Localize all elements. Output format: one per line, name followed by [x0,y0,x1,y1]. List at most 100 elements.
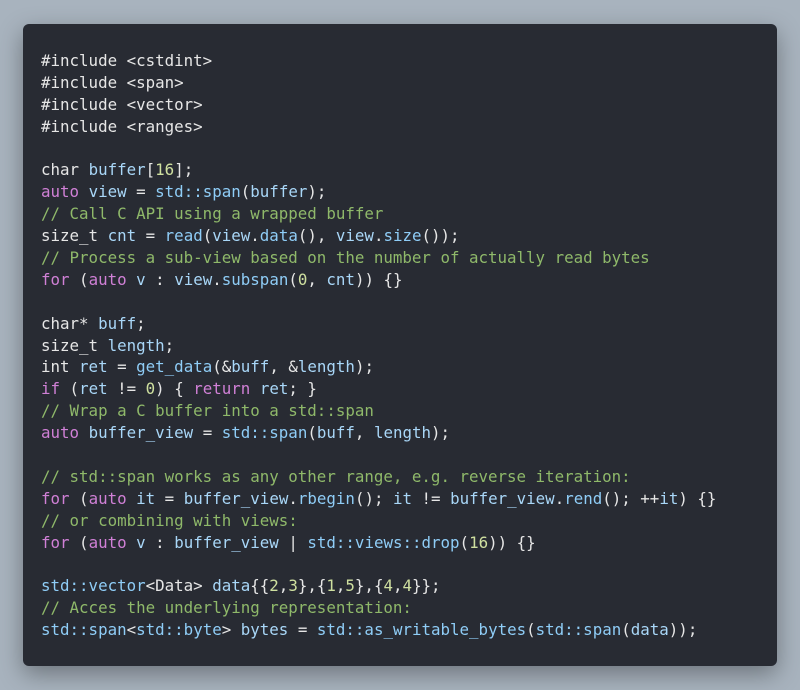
code-line: int ret = get_data(&buff, &length); [41,356,716,378]
code-token-comment: // Call C API using a wrapped buffer [41,204,384,224]
code-line: // Wrap a C buffer into a std::span [41,400,716,422]
code-token-default: ( [69,532,89,552]
code-token-function: std::as_writable_bytes [316,620,527,640]
code-token-variable: length [373,423,432,443]
code-line: // Acces the underlying representation: [41,597,716,619]
code-token-function: read [164,226,203,246]
code-token-default [127,533,137,552]
code-token-variable: buffer_view [88,423,194,443]
code-token-default: , & [269,357,298,377]
code-token-variable: it [392,488,413,508]
code-line: #include <cstdint> [41,50,716,72]
code-token-default: , [278,576,289,596]
code-token-default [127,270,137,289]
code-block: #include <cstdint> #include <span> #includ… [41,50,716,641]
code-token-default: #include <span> [41,72,184,92]
code-token-default: = [126,182,156,202]
code-token-function: data [259,226,298,246]
code-token-function: std::span [41,620,127,640]
code-token-function: std::span [535,620,622,640]
code-token-default: ) { [155,379,194,399]
code-token-default: ); [354,357,374,377]
code-token-default: > [221,620,241,640]
code-token-default: = [193,423,222,443]
code-token-default: ( [69,488,89,508]
code-line: size_t cnt = read(view.data(), view.size… [41,225,716,247]
code-token-variable: length [107,335,165,355]
code-token-default: ]; [174,160,194,180]
code-line: size_t length; [41,335,716,357]
code-token-default: != [107,379,146,399]
code-token-default: ; [136,313,146,333]
code-token-default: = [288,620,317,640]
code-token-default: )) {} [488,532,536,552]
code-token-default: {{ [250,576,270,596]
code-token-default: ( [526,620,536,640]
code-line: for (auto it = buffer_view.rbegin(); it … [41,488,716,510]
code-token-comment: // or combining with views: [41,510,298,530]
code-token-default: ( [459,532,470,552]
code-token-keyword: for [41,532,70,552]
code-token-number: 3 [288,576,298,596]
code-token-default: }}; [412,576,441,596]
code-token-comment: // Process a sub-view based on the numbe… [41,248,650,268]
code-token-default: : [145,532,175,552]
code-token-variable: cnt [326,269,355,289]
code-token-variable: data [212,576,251,596]
code-line: #include <span> [41,72,716,94]
code-token-default: . [250,226,260,246]
code-line: // std::span works as any other range, e… [41,466,716,488]
code-token-variable: buffer [250,182,308,202]
code-token-keyword: if [41,379,61,399]
code-token-default: #include <cstdint> [41,51,213,70]
code-token-function: std::vector [41,576,146,596]
code-token-default: <Data> [145,576,213,596]
code-line: #include <ranges> [41,116,716,138]
code-token-variable: buff [316,423,355,443]
code-line: auto view = std::span(buffer); [41,181,716,203]
code-token-variable: view [174,269,213,289]
code-token-comment: // std::span works as any other range, e… [41,466,631,486]
code-token-default: , [335,576,346,596]
code-token-default: (& [212,357,232,377]
code-token-default: ()); [421,226,460,246]
code-token-default: = [107,357,137,377]
code-token-default: ); [431,423,451,443]
code-token-default: int [41,357,80,377]
code-token-default: )) {} [354,269,403,289]
code-token-variable: buffer_view [450,488,555,508]
code-token-variable: buffer [88,160,146,180]
code-token-default: )); [668,620,698,640]
code-token-default [127,489,137,508]
code-token-variable: it [136,488,156,508]
code-line: char buffer[16]; [41,159,716,181]
code-token-variable: view [88,182,127,202]
code-token-default: . [288,488,298,508]
code-window: #include <cstdint> #include <span> #includ… [23,24,777,666]
code-token-default: #include <vector> [41,94,203,114]
code-token-keyword: auto [88,488,127,508]
code-token-default [250,379,260,398]
code-token-default: | [278,532,308,552]
code-token-default: ( [240,182,251,202]
code-token-variable: v [136,532,146,552]
code-token-number: 0 [297,269,308,289]
code-token-comment: // Acces the underlying representation: [41,598,412,618]
code-token-number: 4 [402,576,413,596]
code-token-comment: // Wrap a C buffer into a std::span [41,401,374,421]
code-token-function: get_data [136,357,213,377]
code-token-default: ; } [288,379,317,399]
code-token-variable: it [659,488,679,508]
code-token-default: , [354,423,374,443]
code-token-number: 5 [345,576,355,596]
code-token-number: 4 [383,576,393,596]
code-token-number: 0 [145,379,156,399]
code-token-default: },{ [354,576,384,596]
code-line: for (auto v : buffer_view | std::views::… [41,532,716,554]
code-token-variable: buff [98,313,137,333]
code-token-default: (); [354,488,393,508]
code-token-default: < [126,620,137,640]
code-token-default: #include <ranges> [41,116,203,136]
code-token-function: std::span [155,182,241,202]
